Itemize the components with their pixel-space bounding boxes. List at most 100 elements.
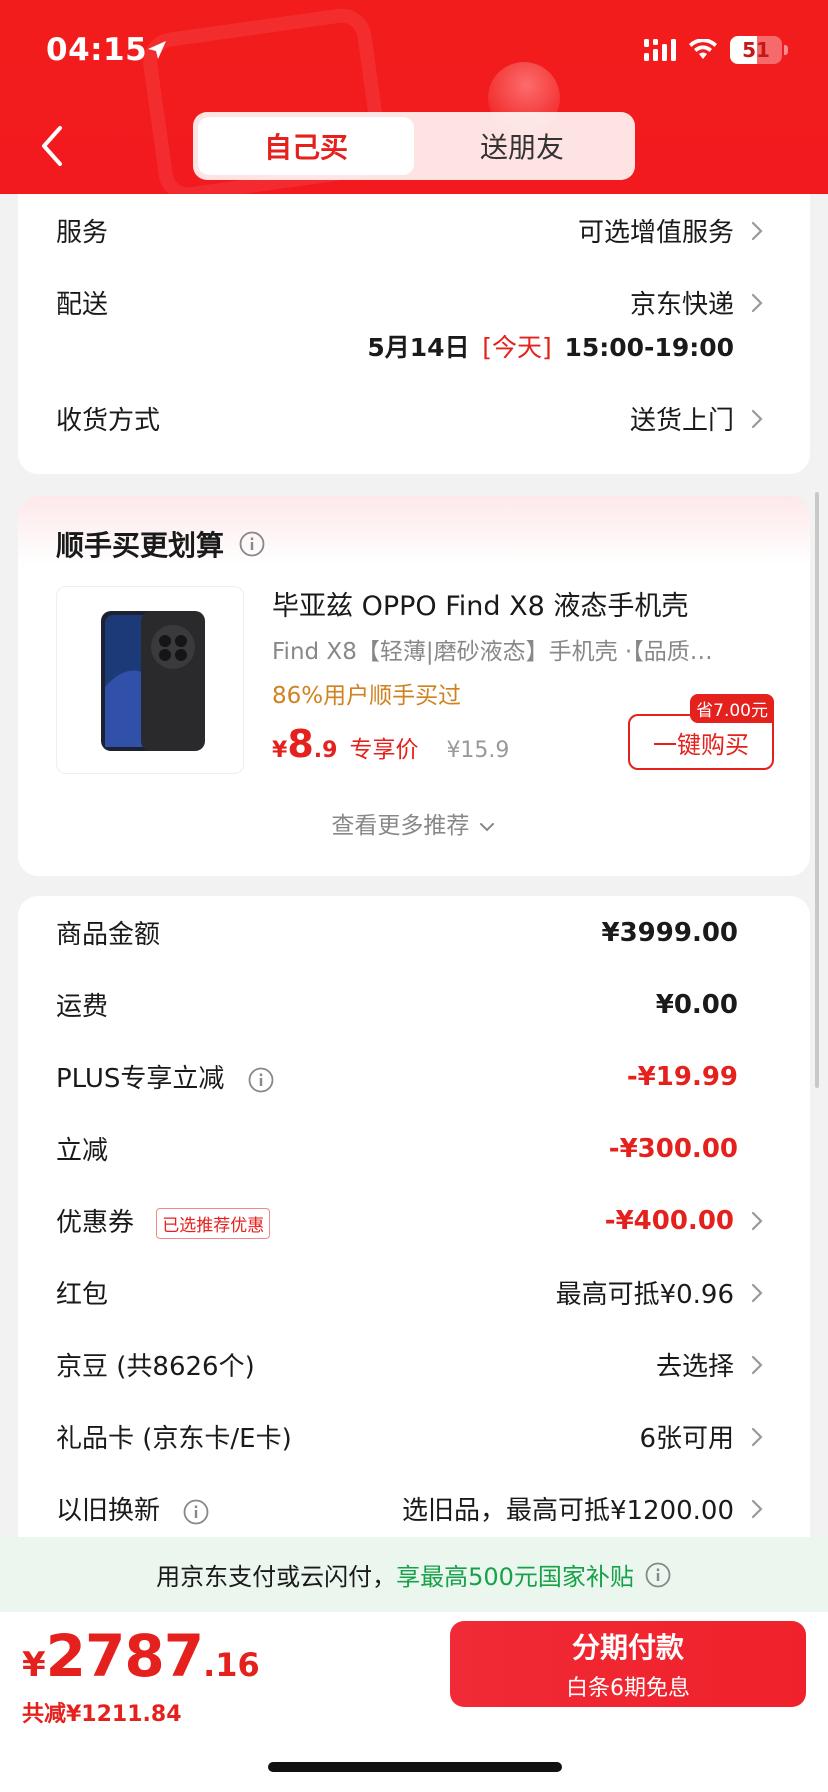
receive-label: 收货方式: [56, 406, 161, 436]
see-more-label: 查看更多推荐: [331, 813, 470, 839]
recommend-card: 顺手买更划算 毕亚兹 OPPO Find X8 液态手机壳 Find X8【轻薄…: [18, 496, 810, 876]
summary-label: 礼品卡 (京东卡/E卡): [56, 1424, 292, 1454]
total-price-decimal: .16: [203, 1646, 260, 1684]
jd-beans-value: 去选择: [655, 1352, 734, 1382]
chevron-right-icon: [751, 1499, 763, 1518]
chevron-right-icon: [751, 1427, 763, 1446]
product-name[interactable]: 毕亚兹 OPPO Find X8 液态手机壳: [272, 584, 688, 623]
shipping-time: 5月14日 [今天] 15:00-19:00: [367, 328, 734, 364]
coupon-label: 优惠券: [56, 1208, 135, 1238]
chevron-right-icon: [751, 293, 763, 312]
installment-pay-button[interactable]: 分期付款 白条6期免息: [450, 1621, 806, 1707]
total-price-symbol: ¥: [22, 1645, 46, 1685]
location-arrow-icon: [148, 41, 166, 59]
home-indicator[interactable]: [268, 1762, 562, 1772]
summary-value: ¥3999.00: [601, 917, 738, 948]
summary-row-shipping-fee: 运费 ¥0.00: [56, 986, 770, 1023]
shipping-date: 5月14日: [367, 333, 470, 362]
summary-row-goods-amount: 商品金额 ¥3999.00: [56, 914, 770, 951]
shipping-today-tag: [今天]: [482, 333, 552, 362]
gift-card-value: 6张可用: [639, 1424, 734, 1454]
scroll-indicator[interactable]: [815, 492, 819, 1088]
chevron-right-icon: [751, 1355, 763, 1374]
shipping-row[interactable]: 配送 京东快递: [56, 284, 770, 321]
price-decimal: .9: [313, 738, 338, 763]
summary-value: 去选择: [656, 1346, 770, 1383]
total-saved[interactable]: 共减¥1211.84: [22, 1696, 182, 1728]
price-tag: 专享价: [349, 737, 419, 763]
see-more-recommendations[interactable]: 查看更多推荐: [18, 806, 810, 840]
summary-row-gift-card[interactable]: 礼品卡 (京东卡/E卡) 6张可用: [56, 1418, 770, 1455]
shipping-carrier: 京东快递: [629, 290, 734, 320]
service-label: 服务: [56, 218, 109, 248]
info-icon[interactable]: [182, 1498, 210, 1526]
cellular-signal-icon: [644, 39, 676, 61]
summary-value: ¥0.00: [655, 989, 738, 1020]
summary-label: 红包: [56, 1280, 109, 1310]
price-integer: 8: [287, 722, 314, 766]
chevron-right-icon: [751, 221, 763, 240]
pay-button-title: 分期付款: [571, 1631, 684, 1664]
service-value-text: 可选增值服务: [577, 218, 734, 248]
summary-row-coupon[interactable]: 优惠券 已选推荐优惠 -¥400.00: [56, 1202, 770, 1239]
receive-value: 送货上门: [630, 400, 770, 437]
original-price: ¥15.9: [446, 738, 510, 763]
pay-button-subtitle: 白条6期免息: [566, 1676, 690, 1701]
product-image[interactable]: [56, 586, 244, 774]
tab-buy-for-self[interactable]: 自己买: [198, 117, 414, 175]
status-icons: 51: [644, 36, 788, 64]
save-badge: 省7.00元: [690, 694, 774, 723]
info-icon[interactable]: [247, 1066, 275, 1094]
chevron-right-icon: [751, 1211, 763, 1230]
product-hint: 86%用户顺手买过: [272, 683, 462, 709]
back-arrow-icon[interactable]: [40, 124, 64, 168]
summary-row-trade-in[interactable]: 以旧换新 选旧品，最高可抵¥1200.00: [56, 1490, 770, 1527]
total-price: ¥ 2787 .16: [22, 1622, 260, 1690]
product-subtitle: Find X8【轻薄|磨砂液态】手机壳 ·【品质…: [272, 639, 713, 665]
national-subsidy-banner[interactable]: 用京东支付或云闪付， 享最高500元国家补贴: [0, 1537, 828, 1612]
summary-value: 选旧品，最高可抵¥1200.00: [402, 1490, 770, 1527]
info-icon[interactable]: [644, 1561, 672, 1589]
battery-icon: 51: [730, 36, 782, 64]
summary-label: 京豆 (共8626个): [56, 1352, 255, 1382]
summary-row-red-packet[interactable]: 红包 最高可抵¥0.96: [56, 1274, 770, 1311]
phone-case-image: [101, 611, 205, 751]
summary-label: 以旧换新: [56, 1490, 210, 1527]
subsidy-prefix: 用京东支付或云闪付，: [156, 1563, 397, 1591]
product-price: ¥ 8 .9 专享价 ¥15.9: [272, 722, 509, 766]
chevron-down-icon: [479, 822, 494, 831]
coupon-selected-tag: 已选推荐优惠: [156, 1208, 271, 1239]
total-price-integer: 2787: [45, 1622, 204, 1690]
trade-in-label: 以旧换新: [56, 1496, 161, 1526]
summary-row-jd-beans[interactable]: 京豆 (共8626个) 去选择: [56, 1346, 770, 1383]
summary-label: PLUS专享立减: [56, 1058, 275, 1095]
status-time: 04:15: [46, 32, 148, 68]
battery-tip: [784, 45, 788, 55]
summary-label: 立减: [56, 1136, 109, 1166]
summary-label: 商品金额: [56, 920, 161, 950]
shipping-value: 京东快递: [630, 284, 770, 321]
chevron-right-icon: [751, 1283, 763, 1302]
subsidy-highlight: 享最高500元国家补贴: [396, 1563, 634, 1591]
shipping-label: 配送: [56, 290, 109, 320]
summary-value: -¥400.00: [605, 1206, 770, 1236]
price-summary-card: 商品金额 ¥3999.00 运费 ¥0.00 PLUS专享立减 -¥19.99 …: [18, 896, 810, 1576]
header: 04:15 51 自己买 送朋友: [0, 0, 828, 194]
summary-value: -¥300.00: [608, 1133, 738, 1164]
recommend-title-text: 顺手买更划算: [56, 529, 225, 562]
purchase-mode-switch: 自己买 送朋友: [193, 112, 635, 180]
receive-method-row[interactable]: 收货方式 送货上门: [56, 400, 770, 437]
chevron-right-icon: [751, 409, 763, 428]
trade-in-value: 选旧品，最高可抵¥1200.00: [401, 1496, 734, 1526]
summary-value: 6张可用: [639, 1418, 770, 1455]
battery-level: 51: [742, 38, 770, 62]
summary-value: -¥19.99: [626, 1061, 738, 1092]
service-value: 可选增值服务: [578, 212, 770, 249]
service-row[interactable]: 服务 可选增值服务: [56, 212, 770, 249]
delivery-card: 服务 可选增值服务 配送 京东快递 5月14日 [今天] 15:00-19:00…: [18, 194, 810, 474]
tab-send-to-friend[interactable]: 送朋友: [414, 117, 630, 175]
summary-value: 最高可抵¥0.96: [556, 1274, 770, 1311]
shipping-window: 15:00-19:00: [564, 333, 734, 362]
info-icon[interactable]: [238, 530, 266, 558]
red-packet-value: 最高可抵¥0.96: [555, 1280, 734, 1310]
